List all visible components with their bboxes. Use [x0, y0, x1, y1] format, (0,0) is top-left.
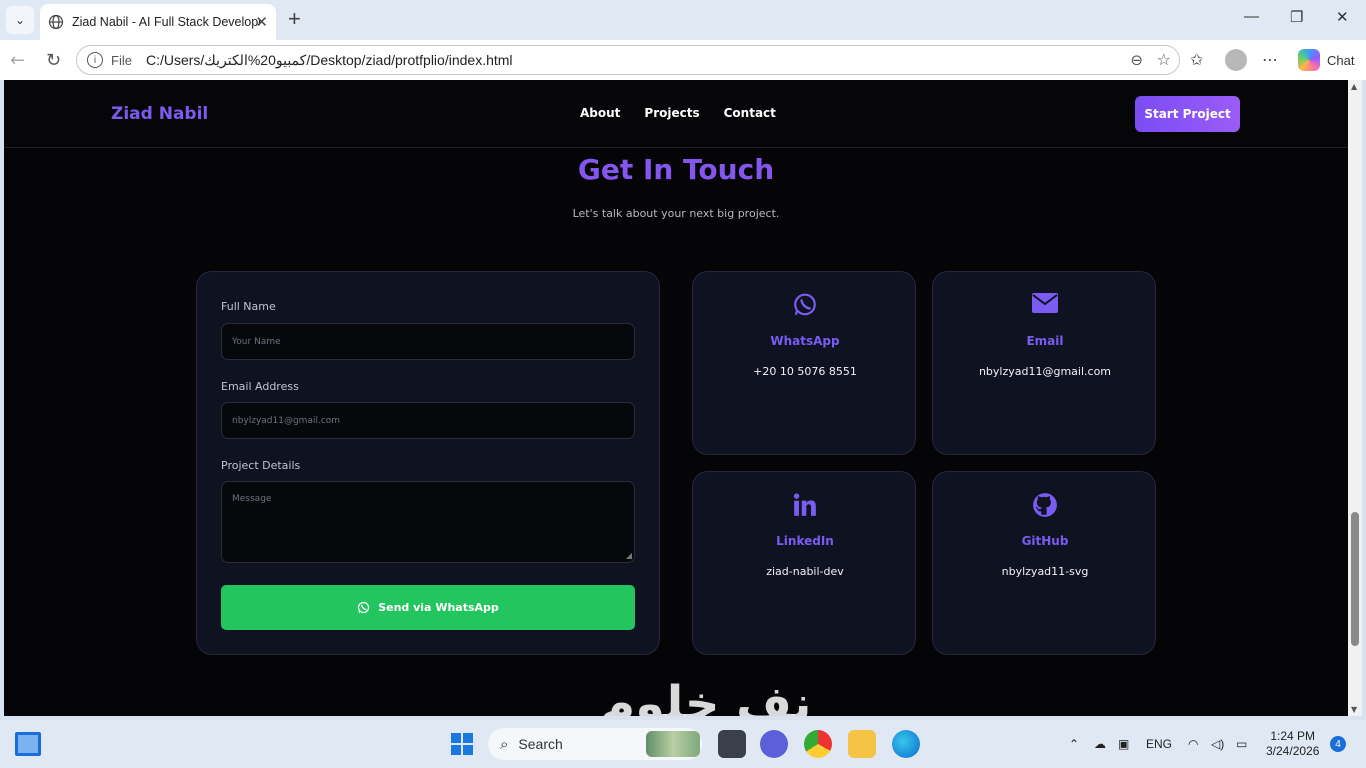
github-card-value: nbylzyad11-svg — [1001, 565, 1089, 578]
chrome-icon[interactable] — [804, 730, 832, 758]
section-subtitle: Let's talk about your next big project. — [572, 207, 780, 220]
tab-list-chevron-icon[interactable]: ⌄ — [6, 6, 34, 34]
whatsapp-icon — [794, 293, 816, 316]
address-toolbar: ← ↻ i File C:/Users/كمبيو20%الكتريك/Desk… — [0, 40, 1366, 80]
scroll-down-icon[interactable]: ▼ — [1351, 705, 1357, 714]
task-view-icon[interactable] — [718, 730, 746, 758]
taskbar-search-label: Search — [518, 736, 563, 752]
windows-start-icon[interactable] — [448, 730, 476, 758]
whatsapp-card[interactable]: WhatsApp +20 10 5076 8551 — [692, 271, 916, 455]
file-explorer-icon[interactable] — [848, 730, 876, 758]
back-arrow-icon[interactable]: ← — [10, 50, 25, 71]
taskbar-search[interactable]: ⌕ Search — [488, 728, 702, 760]
search-highlight-image — [646, 731, 700, 757]
wifi-icon[interactable]: ◠ — [1188, 737, 1198, 751]
favorite-star-icon[interactable]: ☆ — [1157, 50, 1171, 69]
restore-icon[interactable]: ❐ — [1290, 8, 1303, 26]
zoom-icon[interactable]: ⊖ — [1130, 51, 1143, 69]
favorites-icon[interactable]: ✩ — [1190, 50, 1203, 69]
system-clock[interactable]: 1:24 PM 3/24/2026 — [1266, 729, 1319, 759]
file-scheme-label: File — [111, 52, 132, 68]
info-icon[interactable]: i — [87, 52, 103, 68]
site-brand[interactable]: Ziad Nabil — [111, 104, 208, 124]
browser-tab[interactable]: Ziad Nabil - AI Full Stack Developer ✕ — [40, 4, 276, 40]
clock-date: 3/24/2026 — [1266, 744, 1320, 758]
copilot-chat-button[interactable]: Chat — [1294, 47, 1362, 73]
message-placeholder: Message — [232, 494, 272, 504]
email-card[interactable]: Email nbylzyad11@gmail.com — [932, 271, 1156, 455]
show-hidden-icons-chevron-icon[interactable]: ⌃ — [1069, 737, 1079, 751]
whatsapp-icon — [358, 601, 370, 614]
email-card-title: Email — [1026, 334, 1064, 348]
nav-link-about[interactable]: About — [580, 106, 620, 120]
minimize-icon[interactable]: — — [1244, 8, 1259, 25]
email-card-value: nbylzyad11@gmail.com — [978, 365, 1112, 378]
whatsapp-card-value: +20 10 5076 8551 — [753, 365, 857, 378]
linkedin-card-value: ziad-nabil-dev — [766, 565, 844, 578]
tab-close-icon[interactable]: ✕ — [255, 13, 268, 31]
envelope-icon — [1032, 293, 1058, 313]
project-details-label: Project Details — [221, 459, 301, 472]
send-via-whatsapp-button[interactable]: Send via WhatsApp — [221, 585, 635, 630]
search-icon: ⌕ — [500, 735, 509, 753]
linkedin-card[interactable]: LinkedIn ziad-nabil-dev — [692, 471, 916, 655]
refresh-icon[interactable]: ↻ — [46, 50, 61, 71]
full-name-input[interactable]: Your Name — [221, 323, 635, 360]
language-indicator[interactable]: ENG — [1146, 737, 1172, 751]
full-name-label: Full Name — [221, 300, 276, 313]
watermark-logo: نف خلوم — [600, 676, 813, 716]
clock-time: 1:24 PM — [1270, 729, 1316, 743]
window-close-icon[interactable]: ✕ — [1336, 8, 1349, 26]
github-card-title: GitHub — [1021, 534, 1069, 548]
more-menu-icon[interactable]: ⋯ — [1262, 50, 1278, 69]
linkedin-icon — [793, 493, 816, 516]
chat-label: Chat — [1327, 52, 1355, 68]
nav-links: About Projects Contact — [580, 106, 776, 120]
profile-avatar[interactable] — [1225, 49, 1247, 71]
whatsapp-card-title: WhatsApp — [770, 334, 840, 348]
email-label: Email Address — [221, 380, 299, 393]
widgets-icon[interactable] — [15, 732, 41, 756]
email-input[interactable]: nbylzyad11@gmail.com — [221, 402, 635, 439]
nav-link-contact[interactable]: Contact — [724, 106, 776, 120]
github-icon — [1033, 493, 1057, 517]
full-name-placeholder: Your Name — [232, 337, 281, 347]
notification-badge[interactable]: 4 — [1330, 736, 1346, 752]
resize-handle-icon[interactable]: ◢ — [626, 551, 632, 560]
browser-tab-bar: ⌄ Ziad Nabil - AI Full Stack Developer ✕… — [0, 0, 1366, 40]
scroll-up-icon[interactable]: ▲ — [1351, 82, 1357, 91]
volume-icon[interactable]: ◁) — [1211, 737, 1224, 751]
scrollbar-thumb[interactable] — [1351, 512, 1359, 646]
tab-title: Ziad Nabil - AI Full Stack Developer — [72, 15, 260, 29]
send-button-label: Send via WhatsApp — [378, 601, 499, 614]
email-placeholder: nbylzyad11@gmail.com — [232, 416, 341, 426]
contact-form: Full Name Your Name Email Address nbylzy… — [196, 271, 660, 655]
copilot-icon — [1298, 49, 1320, 71]
linkedin-card-title: LinkedIn — [776, 534, 834, 548]
url-text[interactable]: C:/Users/كمبيو20%الكتريك/Desktop/ziad/pr… — [146, 52, 513, 69]
battery-icon[interactable]: ▭ — [1236, 737, 1247, 751]
new-tab-plus-icon[interactable]: + — [288, 8, 301, 30]
project-details-textarea[interactable]: Message ◢ — [221, 481, 635, 563]
edge-icon[interactable] — [892, 730, 920, 758]
web-page: Ziad Nabil About Projects Contact Start … — [4, 80, 1348, 716]
address-bar[interactable]: i File C:/Users/كمبيو20%الكتريك/Desktop/… — [76, 45, 1180, 75]
nav-link-projects[interactable]: Projects — [644, 106, 699, 120]
teams-chat-icon[interactable] — [760, 730, 788, 758]
globe-icon — [48, 14, 64, 30]
meet-icon[interactable]: ▣ — [1118, 737, 1129, 751]
section-title: Get In Touch — [577, 153, 775, 186]
page-scrollbar[interactable]: ▲ ▼ — [1348, 80, 1362, 716]
onedrive-icon[interactable]: ☁ — [1094, 737, 1106, 751]
github-card[interactable]: GitHub nbylzyad11-svg — [932, 471, 1156, 655]
site-navbar: Ziad Nabil About Projects Contact Start … — [4, 80, 1348, 148]
windows-taskbar: ⌕ Search ⌃ ☁ ▣ ENG ◠ ◁) ▭ 1:24 PM 3/24/2… — [0, 720, 1366, 768]
start-project-button[interactable]: Start Project — [1135, 96, 1240, 132]
